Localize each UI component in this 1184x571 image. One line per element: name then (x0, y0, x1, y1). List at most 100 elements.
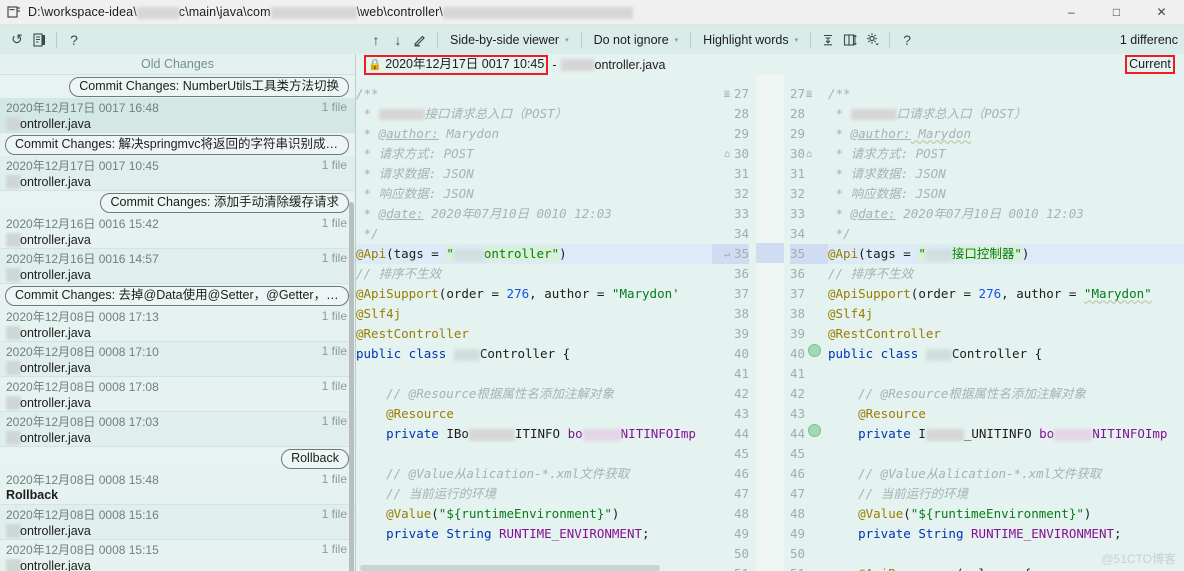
code-line[interactable]: @RestController (356, 324, 712, 344)
code-line[interactable]: * @author: Marydon (828, 124, 1184, 144)
commit-label-chip[interactable]: Commit Changes: NumberUtils工具类方法切换 (69, 76, 349, 97)
code-line[interactable] (356, 364, 712, 384)
revision-list-item[interactable]: 2020年12月08日 0008 17:08 1 file ontroller.ja… (0, 377, 355, 412)
bean-gutter-icon[interactable] (808, 424, 821, 437)
line-number[interactable]: 28 (712, 104, 749, 124)
line-number[interactable]: 46 (790, 464, 828, 484)
line-number[interactable]: 39 (712, 324, 749, 344)
code-line[interactable]: @Resource (356, 404, 712, 424)
code-line[interactable] (356, 544, 712, 564)
code-line[interactable]: */ (356, 224, 712, 244)
code-structure-icon[interactable]: ≣ (724, 85, 730, 105)
code-line[interactable]: * 请求方式: POST (828, 144, 1184, 164)
line-number[interactable]: 49 (712, 524, 749, 544)
code-line[interactable]: */ (828, 224, 1184, 244)
line-number[interactable]: 37 (790, 284, 828, 304)
line-number[interactable]: 28 (790, 104, 828, 124)
code-line[interactable]: * 接口请求总入口（POST） (356, 104, 712, 124)
code-line[interactable]: @Api(tags = " 接口控制器") (828, 244, 1184, 264)
line-number[interactable]: 33 (790, 204, 828, 224)
edit-source-icon[interactable] (409, 29, 431, 51)
line-number[interactable]: 32 (712, 184, 749, 204)
commit-label-chip[interactable]: Commit Changes: 添加手动清除缓存请求 (100, 192, 349, 213)
code-line[interactable]: @Value("${runtimeEnvironment}") (356, 504, 712, 524)
code-line[interactable]: @Resource (828, 404, 1184, 424)
revision-list-item[interactable]: 2020年12月17日 0017 10:45 1 file ontroller.ja… (0, 156, 355, 191)
line-number[interactable]: 36 (790, 264, 828, 284)
left-code-content[interactable]: /** * 接口请求总入口（POST） * @author: Marydon *… (356, 75, 712, 571)
line-number[interactable]: 45 (712, 444, 749, 464)
fold-region-icon[interactable]: ⌂ (724, 145, 730, 165)
line-number[interactable]: 33 (712, 204, 749, 224)
code-line[interactable]: * @date: 2020年07月10日 0010 12:03 (356, 204, 712, 224)
line-number[interactable]: 40 (712, 344, 749, 364)
fold-region-icon[interactable]: ⌂ (806, 145, 812, 165)
line-number[interactable]: 35 (712, 244, 749, 264)
code-line[interactable]: @Api(tags = " ontroller") (356, 244, 712, 264)
revert-file-icon[interactable] (28, 29, 50, 51)
line-number[interactable]: 42 (712, 384, 749, 404)
code-line[interactable]: private String RUNTIME_ENVIRONMENT; (356, 524, 712, 544)
line-number[interactable]: 48 (790, 504, 828, 524)
line-number[interactable]: 46 (712, 464, 749, 484)
code-line[interactable]: private IBo ITINFO bo NITINFOImp (356, 424, 712, 444)
code-line[interactable]: // @Value从alication-*.xml文件获取 (356, 464, 712, 484)
line-number[interactable]: 42 (790, 384, 828, 404)
revision-list-item[interactable]: 2020年12月08日 0008 17:03 1 file ontroller.ja… (0, 412, 355, 447)
revision-list-item[interactable]: 2020年12月08日 0008 17:10 1 file ontroller.ja… (0, 342, 355, 377)
gear-icon[interactable] (861, 29, 883, 51)
code-line[interactable]: // @Resource根据属性名添加注解对象 (828, 384, 1184, 404)
line-number[interactable]: 31 (790, 164, 828, 184)
code-line[interactable]: /** (356, 84, 712, 104)
code-structure-icon[interactable]: ≣ (806, 85, 812, 105)
code-line[interactable]: * 请求数据: JSON (828, 164, 1184, 184)
previous-difference-icon[interactable]: ↑ (365, 29, 387, 51)
line-number[interactable]: 51 (712, 564, 749, 571)
code-line[interactable]: // @Value从alication-*.xml文件获取 (828, 464, 1184, 484)
close-button[interactable]: ✕ (1139, 0, 1184, 25)
code-line[interactable]: @RestController (828, 324, 1184, 344)
line-number[interactable]: 30 (712, 144, 749, 164)
next-difference-icon[interactable]: ↓ (387, 29, 409, 51)
code-line[interactable]: public class Controller { (828, 344, 1184, 364)
line-number[interactable]: 50 (712, 544, 749, 564)
columns-layout-icon[interactable] (839, 29, 861, 51)
commit-label-chip[interactable]: Commit Changes: 去掉@Data使用@Setter，@Getter… (5, 285, 349, 306)
code-line[interactable]: * 响应数据: JSON (828, 184, 1184, 204)
code-line[interactable]: @Slf4j (356, 304, 712, 324)
revision-list-item[interactable]: 2020年12月08日 0008 15:48 1 file Rollback (0, 470, 355, 505)
code-line[interactable]: public class Controller { (356, 344, 712, 364)
line-number[interactable]: 27 (712, 84, 749, 104)
code-line[interactable]: @Value("${runtimeEnvironment}") (828, 504, 1184, 524)
code-line[interactable]: * @author: Marydon (356, 124, 712, 144)
code-line[interactable]: // @Resource根据属性名添加注解对象 (356, 384, 712, 404)
line-number[interactable]: 50 (790, 544, 828, 564)
line-number[interactable]: 44 (712, 424, 749, 444)
revision-list-item[interactable]: 2020年12月08日 0008 15:16 1 file ontroller.ja… (0, 505, 355, 540)
right-diff-pane[interactable]: 27 28 29 30 31 32 33 34 35 36 37 38 39 40 41 42 43 44 45 46… (784, 75, 1184, 571)
right-code-content[interactable]: /** * 口请求总入口（POST） * @author: Marydon * … (828, 75, 1184, 571)
line-number[interactable]: 43 (712, 404, 749, 424)
line-number[interactable]: 47 (790, 484, 828, 504)
line-number[interactable]: 29 (712, 124, 749, 144)
code-line[interactable]: * 响应数据: JSON (356, 184, 712, 204)
line-number[interactable]: 35 (790, 244, 828, 264)
revision-list-item[interactable]: 2020年12月08日 0008 15:15 1 file ontroller.ja… (0, 540, 355, 571)
override-gutter-icon[interactable] (808, 344, 821, 357)
code-line[interactable] (828, 444, 1184, 464)
code-line[interactable]: @Slf4j (828, 304, 1184, 324)
help-icon[interactable]: ? (63, 29, 85, 51)
code-line[interactable]: /** (828, 84, 1184, 104)
code-line[interactable]: * 口请求总入口（POST） (828, 104, 1184, 124)
sidebar-scrollbar-thumb[interactable] (349, 202, 354, 571)
line-number[interactable]: 49 (790, 524, 828, 544)
code-line[interactable]: private String RUNTIME_ENVIRONMENT; (828, 524, 1184, 544)
left-diff-pane[interactable]: /** * 接口请求总入口（POST） * @author: Marydon *… (356, 75, 756, 571)
line-number[interactable]: 36 (712, 264, 749, 284)
code-line[interactable]: // 排序不生效 (828, 264, 1184, 284)
left-line-number-gutter[interactable]: 27 28 29 30 31 32 33 34 35 36 37 38 39 40 41 42 43 44 45 46… (712, 75, 756, 571)
line-number[interactable]: 29 (790, 124, 828, 144)
line-number[interactable]: 48 (712, 504, 749, 524)
line-number[interactable]: 41 (712, 364, 749, 384)
line-number[interactable]: 39 (790, 324, 828, 344)
